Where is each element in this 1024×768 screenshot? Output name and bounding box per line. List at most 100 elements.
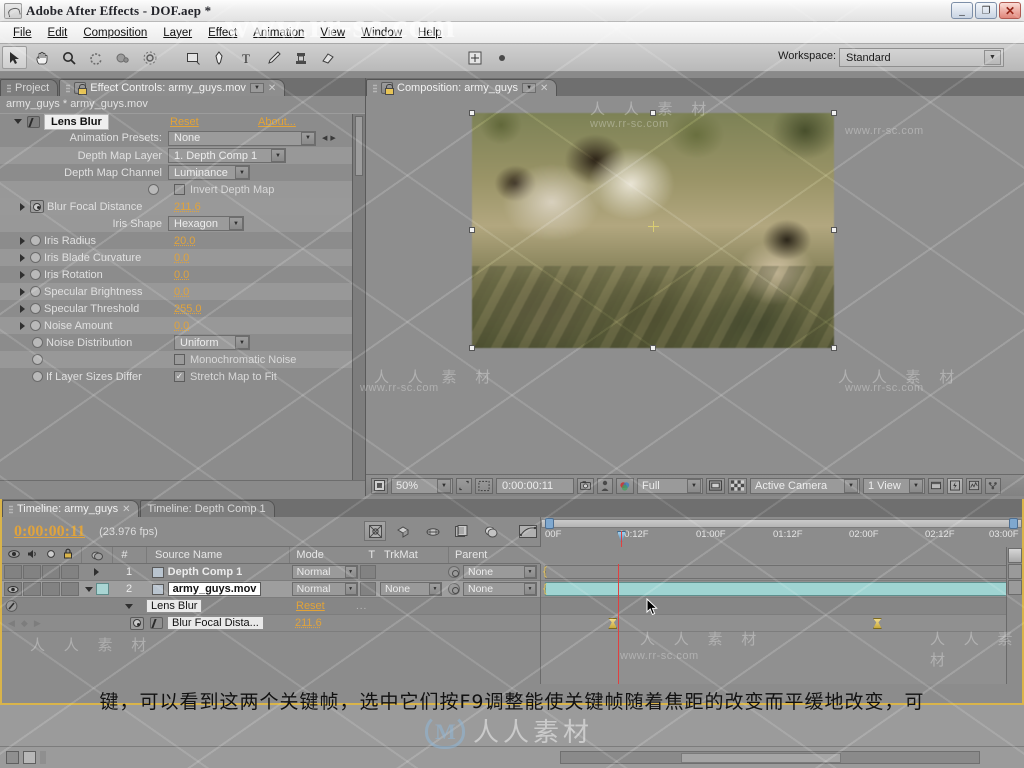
- menu-effect[interactable]: Effect: [201, 25, 244, 41]
- clone-stamp-tool[interactable]: [288, 46, 313, 69]
- timeline-link-icon[interactable]: [966, 477, 982, 494]
- current-time-field[interactable]: 0:00:00:11: [496, 477, 574, 494]
- lock-toggle[interactable]: [61, 565, 79, 579]
- effect-group-name-cell[interactable]: Lens Blur: [138, 599, 290, 613]
- selection-tool[interactable]: [2, 46, 27, 69]
- noise-distribution-dropdown[interactable]: Uniform ▼: [174, 335, 250, 350]
- stopwatch-icon[interactable]: [30, 286, 41, 297]
- visibility-toggle[interactable]: [4, 582, 22, 596]
- parent-pickwhip-icon[interactable]: [448, 583, 460, 595]
- menu-window[interactable]: Window: [354, 25, 409, 41]
- column-header-trkmat[interactable]: TrkMat: [380, 547, 448, 563]
- transform-handle-tl[interactable]: [469, 110, 475, 116]
- stopwatch-icon[interactable]: [30, 269, 41, 280]
- lock-icon[interactable]: [74, 82, 87, 95]
- zoom-tool[interactable]: [56, 46, 81, 69]
- label-color-swatch[interactable]: [95, 583, 109, 595]
- menu-view[interactable]: View: [313, 25, 352, 41]
- stopwatch-icon[interactable]: [30, 320, 41, 331]
- prev-keyframe-icon[interactable]: ◀: [8, 618, 15, 629]
- about-link[interactable]: About...: [258, 116, 296, 128]
- transform-handle-tr[interactable]: [831, 110, 837, 116]
- tab-project[interactable]: Project: [0, 79, 59, 96]
- stopwatch-icon[interactable]: [30, 303, 41, 314]
- column-header-number[interactable]: #: [112, 547, 146, 563]
- bar-handle-left-1[interactable]: {: [542, 565, 548, 579]
- noise-amount-value[interactable]: 0.0: [168, 320, 189, 332]
- solo-toggle[interactable]: [42, 582, 60, 596]
- keyframe-nav[interactable]: ◀ ◆ ▶: [2, 618, 88, 629]
- menu-layer[interactable]: Layer: [156, 25, 199, 41]
- show-snapshot-icon[interactable]: [597, 477, 613, 494]
- audio-toggle[interactable]: [23, 565, 41, 579]
- axis-mode-icon-2[interactable]: [489, 46, 514, 69]
- zoom-level-dropdown[interactable]: 50% ▼: [391, 477, 453, 494]
- layer-switch-strip-icon-2[interactable]: [1008, 580, 1022, 595]
- transparency-grid-icon[interactable]: [728, 477, 747, 494]
- audio-toggle[interactable]: [23, 582, 41, 596]
- grid-row-layer-2[interactable]: { }: [541, 581, 1022, 598]
- visibility-toggle[interactable]: [4, 565, 22, 579]
- layer-trkmat-cell-2[interactable]: None ▼: [379, 581, 448, 597]
- shape-tool[interactable]: [180, 46, 205, 69]
- scrollbar-thumb[interactable]: [681, 753, 841, 763]
- eye-icon[interactable]: [8, 549, 20, 562]
- menu-edit[interactable]: Edit: [41, 25, 75, 41]
- invert-depth-map-checkbox[interactable]: Invert Depth Map: [168, 184, 274, 196]
- transform-handle-bc[interactable]: [650, 345, 656, 351]
- render-queue-icon[interactable]: [6, 751, 19, 764]
- property-value[interactable]: 211.6: [291, 617, 322, 629]
- disclosure-triangle-icon[interactable]: [20, 202, 25, 211]
- layer-bar-2[interactable]: [545, 582, 1018, 596]
- camera-view-dropdown[interactable]: Active Camera ▼: [750, 477, 860, 494]
- tab-timeline-depth-comp[interactable]: Timeline: Depth Comp 1: [140, 500, 275, 517]
- preset-prev-icon[interactable]: ◀: [322, 134, 327, 142]
- stopwatch-active-icon[interactable]: [130, 616, 144, 630]
- comp-flowchart-icon[interactable]: [985, 477, 1001, 494]
- rotation-tool[interactable]: [83, 46, 108, 69]
- disclosure-triangle-icon[interactable]: [20, 236, 25, 245]
- keyframe-toggle-icon[interactable]: ◆: [21, 618, 28, 629]
- graph-editor-icon[interactable]: [517, 521, 539, 541]
- timeline-current-time[interactable]: 0:00:00:11: [14, 523, 85, 541]
- iris-radius-value[interactable]: 20.0: [168, 235, 195, 247]
- time-zoom-bar[interactable]: [541, 519, 1022, 528]
- preset-next-icon[interactable]: ▶: [330, 134, 335, 142]
- hand-tool[interactable]: [29, 46, 54, 69]
- layer-switch-strip-icon-1[interactable]: [1008, 564, 1022, 579]
- menu-help[interactable]: Help: [411, 25, 449, 41]
- depth-map-channel-dropdown[interactable]: Luminance ▼: [168, 165, 250, 180]
- tab-timeline-army-guys[interactable]: Timeline: army_guys ✕: [2, 500, 140, 517]
- keyframe-marker-1[interactable]: [608, 618, 618, 629]
- parent-pickwhip-icon[interactable]: [448, 566, 460, 578]
- grid-row-property-keyframes[interactable]: [541, 615, 1022, 632]
- iris-rotation-value[interactable]: 0.0: [168, 269, 189, 281]
- axis-mode-icon[interactable]: [462, 46, 487, 69]
- animation-presets-dropdown[interactable]: None ▼: [168, 130, 316, 146]
- disclosure-triangle-icon[interactable]: [20, 270, 25, 279]
- tab-composition[interactable]: Composition: army_guys ▼ ✕: [366, 79, 558, 96]
- blur-focal-distance-value[interactable]: 211.6: [168, 201, 201, 213]
- grid-row-layer-1[interactable]: { }: [541, 564, 1022, 581]
- frame-blend-icon[interactable]: [451, 521, 473, 541]
- view-layout-dropdown[interactable]: 1 View ▼: [863, 477, 925, 494]
- reset-link[interactable]: Reset: [170, 116, 199, 128]
- flowchart-icon[interactable]: [23, 751, 36, 764]
- snapshot-icon[interactable]: [577, 477, 594, 494]
- channel-icon[interactable]: [616, 477, 634, 494]
- disclosure-triangle-icon[interactable]: [20, 253, 25, 262]
- eraser-tool[interactable]: [315, 46, 340, 69]
- brush-tool[interactable]: [261, 46, 286, 69]
- comp-marker-icon[interactable]: [1008, 548, 1022, 563]
- disclosure-triangle-icon[interactable]: [20, 304, 25, 313]
- stopwatch-active-icon[interactable]: [30, 200, 44, 213]
- layer-name-cell-2[interactable]: army_guys.mov: [146, 582, 290, 596]
- grid-row-empty[interactable]: [541, 632, 1022, 684]
- transform-handle-mr[interactable]: [831, 227, 837, 233]
- camera-tool[interactable]: [110, 46, 135, 69]
- property-row[interactable]: ◀ ◆ ▶ Blur Focal Dista... 211.6: [2, 615, 540, 632]
- depth-map-layer-dropdown[interactable]: 1. Depth Comp 1 ▼: [168, 148, 286, 163]
- layer-parent-cell-1[interactable]: None ▼: [448, 564, 540, 580]
- specular-brightness-value[interactable]: 0.0: [168, 286, 189, 298]
- pixel-aspect-icon[interactable]: [928, 477, 944, 494]
